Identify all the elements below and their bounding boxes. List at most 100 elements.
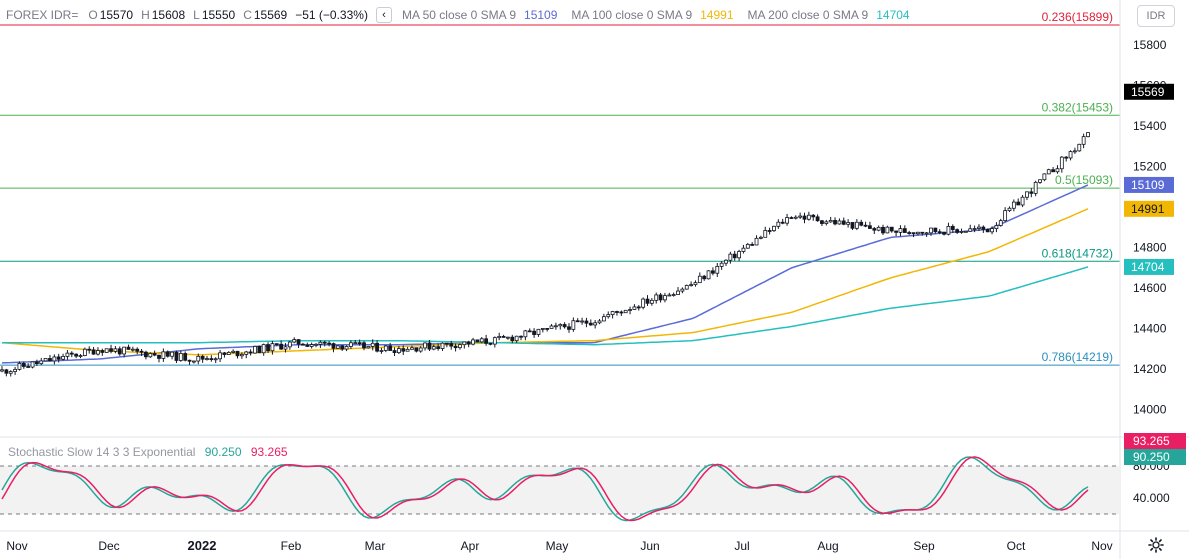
candle-body: [401, 348, 406, 352]
chevron-left-icon[interactable]: ‹: [375, 7, 392, 23]
candle-body: [135, 348, 140, 352]
candle-body: [1059, 156, 1064, 170]
candle-body: [479, 338, 484, 343]
candle-body: [994, 225, 999, 229]
candle-body: [506, 336, 510, 339]
candle-body: [876, 226, 881, 231]
candle-body: [859, 221, 864, 226]
candle-body: [17, 363, 22, 370]
currency-button[interactable]: IDR: [1137, 5, 1175, 27]
candle-body: [527, 330, 532, 333]
price-tick-label: 15400: [1133, 119, 1167, 133]
candle-body: [471, 339, 475, 345]
candle-body: [889, 226, 894, 232]
candle-body: [1016, 201, 1021, 206]
candle-body: [776, 221, 781, 227]
candle-body: [261, 344, 266, 354]
price-tick-label: 14400: [1133, 322, 1167, 336]
candle-body: [488, 342, 493, 345]
price-tick-label: 15800: [1133, 38, 1167, 52]
time-tick-label: Dec: [98, 539, 119, 553]
candle-body: [715, 265, 720, 274]
candle-body: [183, 353, 188, 361]
candle-body: [423, 342, 427, 349]
candle-body: [52, 356, 57, 362]
candle-body: [793, 216, 798, 219]
candle-body: [161, 351, 166, 359]
candle-body: [462, 341, 467, 346]
candlesticks: [0, 132, 1090, 377]
high-value: 15608: [151, 8, 186, 22]
candle-body: [963, 230, 968, 233]
price-tick-label: 14800: [1133, 241, 1167, 255]
candle-body: [854, 221, 859, 229]
price-tick-label: 15200: [1133, 160, 1167, 174]
candle-body: [806, 214, 811, 220]
candle-body: [654, 294, 659, 301]
candle-body: [56, 356, 61, 360]
candle-body: [301, 343, 305, 346]
candle-body: [440, 342, 445, 349]
candle-body: [750, 244, 755, 246]
candle-body: [349, 342, 353, 347]
candle-body: [444, 342, 449, 345]
candle-body: [26, 366, 31, 368]
ma200-value: 14704: [876, 8, 910, 22]
candle-body: [959, 231, 964, 233]
oscillator-k-value: 90.250: [204, 445, 242, 459]
candle-body: [636, 306, 641, 309]
candle-body: [427, 342, 432, 350]
candle-body: [318, 341, 323, 345]
oscillator-label: Stochastic Slow 14 3 3 Exponential: [8, 445, 196, 459]
candle-body: [863, 224, 868, 227]
candle-body: [357, 342, 362, 345]
candle-body: [811, 214, 816, 218]
candle-body: [388, 345, 393, 351]
ma50-label: MA 50 close 0 SMA 9: [401, 8, 517, 22]
candle-body: [523, 330, 528, 338]
ma100-label: MA 100 close 0 SMA 9: [571, 8, 693, 22]
time-tick-label: Mar: [365, 539, 386, 553]
candle-body: [597, 320, 602, 324]
gear-icon[interactable]: [1148, 537, 1164, 553]
candle-body: [676, 290, 680, 295]
candle-body: [606, 314, 611, 318]
candle-body: [549, 325, 554, 329]
candle-body: [475, 339, 480, 343]
candle-body: [1073, 150, 1077, 153]
candle-body: [231, 350, 236, 353]
candle-body: [200, 355, 205, 360]
candle-body: [780, 221, 785, 224]
candle-body: [34, 361, 39, 365]
candle-body: [253, 345, 257, 354]
candle-body: [998, 220, 1003, 226]
candle-body: [287, 341, 292, 348]
candle-body: [767, 230, 772, 232]
candle-body: [924, 232, 929, 235]
time-tick-label: May: [546, 539, 569, 553]
price-tick-label: 14600: [1133, 281, 1167, 295]
candle-body: [798, 215, 803, 218]
candle-body: [562, 324, 567, 328]
candle-body: [846, 222, 851, 225]
candle-body: [519, 335, 523, 338]
candle-body: [933, 227, 938, 233]
candle-body: [968, 228, 973, 232]
ma100-price-badge-label: 14991: [1131, 202, 1165, 216]
change-value: −51 (−0.33%): [295, 8, 368, 22]
candle-body: [680, 288, 685, 292]
candle-body: [684, 285, 689, 290]
ma50-line: [1, 184, 1089, 364]
close-value: 15569: [253, 8, 288, 22]
candle-body: [850, 222, 855, 229]
candle-body: [257, 345, 262, 354]
chart-canvas[interactable]: 0.236(15899) 0.382(15453) 0.5(15093) 0.618(…: [0, 0, 1189, 559]
candle-body: [309, 344, 314, 347]
candle-body: [157, 354, 161, 359]
open-label: O: [88, 8, 98, 22]
candle-body: [536, 328, 541, 335]
time-tick-label: Apr: [461, 539, 480, 553]
candle-body: [266, 344, 270, 352]
candle-body: [907, 232, 912, 234]
candle-body: [580, 320, 584, 323]
